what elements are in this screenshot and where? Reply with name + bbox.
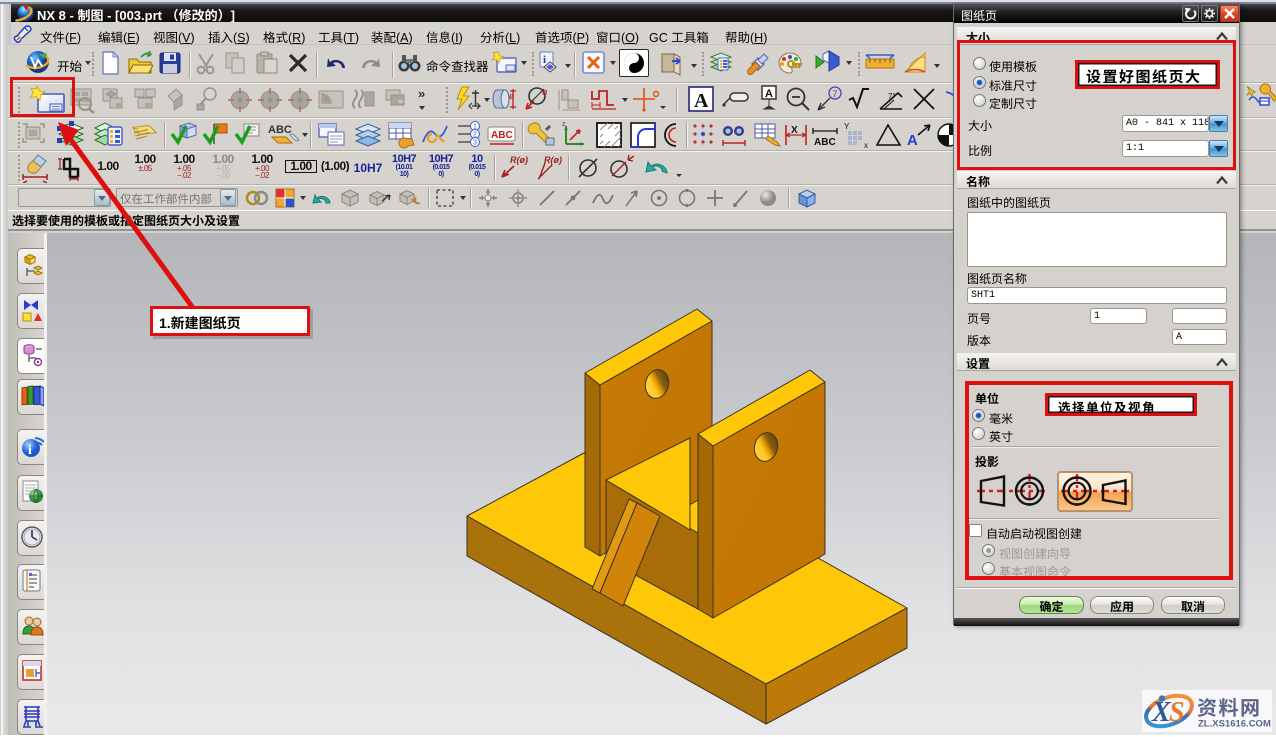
svg-text:2: 2 (473, 132, 477, 139)
svg-text:A: A (694, 90, 709, 112)
svg-text:S: S (1169, 697, 1185, 728)
svg-text:z: z (562, 121, 566, 128)
svg-text:X: X (791, 125, 798, 136)
svg-text:ABC: ABC (491, 130, 513, 141)
svg-text:7°: 7° (888, 92, 896, 101)
svg-text:i: i (28, 443, 32, 458)
svg-text:i: i (543, 54, 546, 66)
svg-text:7: 7 (833, 89, 838, 99)
svg-text:x: x (864, 141, 868, 149)
svg-text:ABC: ABC (814, 137, 836, 148)
svg-text:R(ø): R(ø) (510, 155, 528, 165)
svg-text:ø: ø (509, 91, 515, 101)
svg-text:3: 3 (473, 140, 477, 147)
svg-text:R(ø): R(ø) (544, 155, 562, 165)
svg-text:A: A (907, 132, 918, 149)
svg-text:ø: ø (542, 87, 548, 97)
svg-text:Y: Y (844, 122, 850, 131)
svg-text:资料网: 资料网 (1197, 698, 1262, 720)
svg-text:ZL.XS1616.COM: ZL.XS1616.COM (1198, 719, 1271, 730)
svg-text:A: A (765, 88, 773, 100)
svg-text:1: 1 (473, 124, 477, 131)
